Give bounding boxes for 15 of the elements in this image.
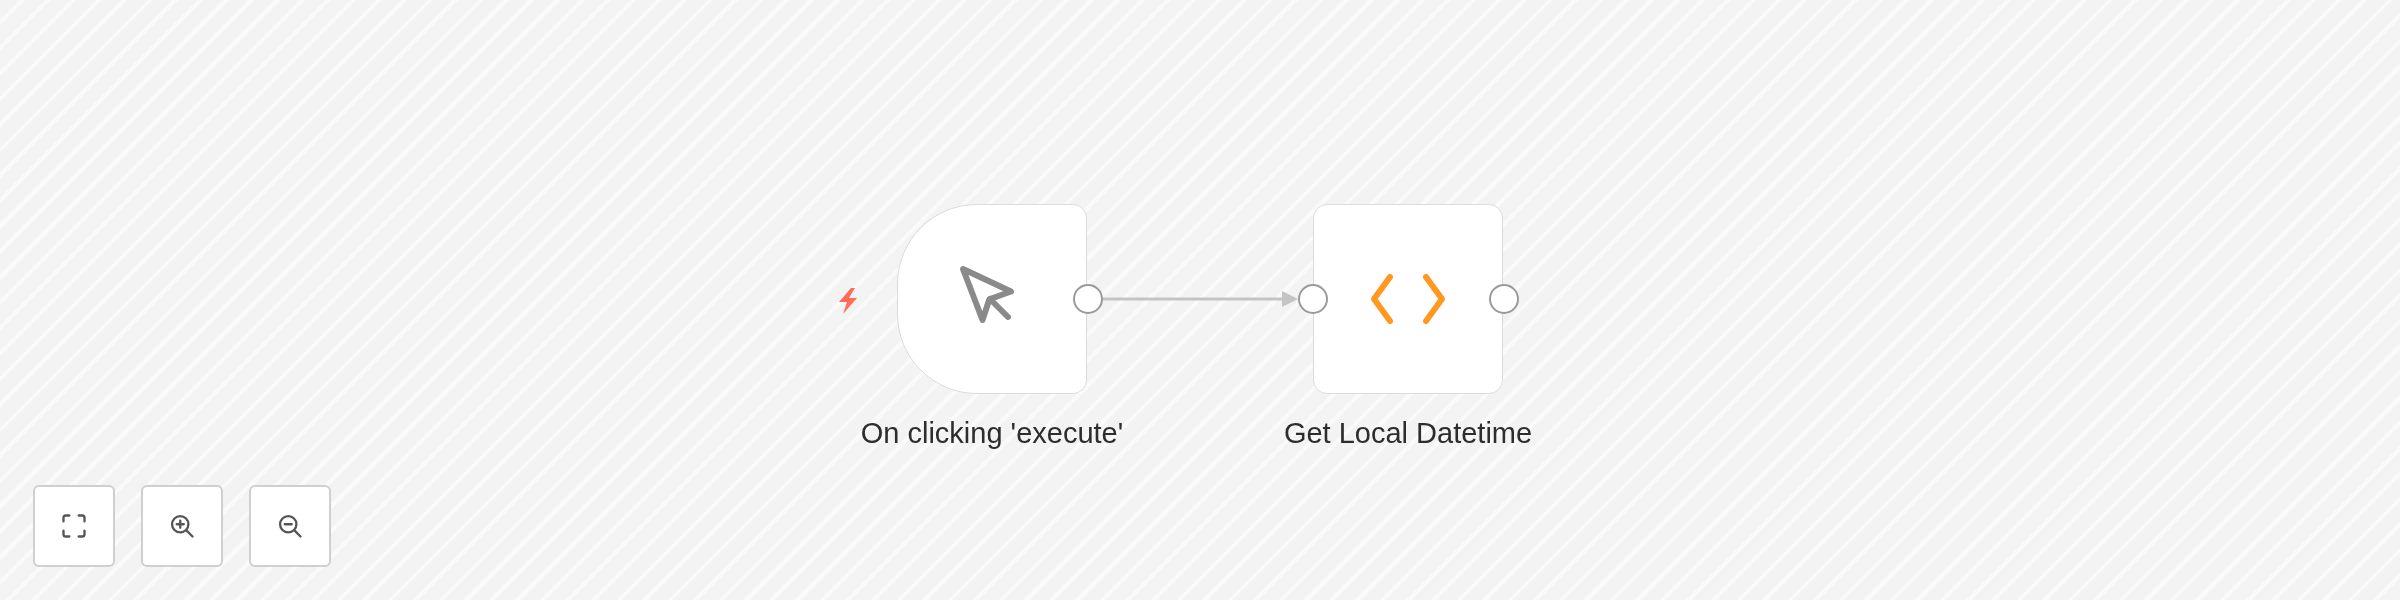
zoom-out-button[interactable] bbox=[249, 485, 331, 567]
code-node[interactable] bbox=[1313, 204, 1503, 394]
fit-view-icon bbox=[60, 512, 88, 540]
code-brackets-icon bbox=[1368, 271, 1448, 327]
zoom-in-button[interactable] bbox=[141, 485, 223, 567]
output-handle[interactable] bbox=[1073, 284, 1103, 314]
node-label: Get Local Datetime bbox=[1283, 416, 1533, 451]
node-label: On clicking 'execute' bbox=[860, 416, 1124, 451]
zoom-out-icon bbox=[276, 512, 304, 540]
fit-view-button[interactable] bbox=[33, 485, 115, 567]
connection-arrow[interactable] bbox=[1103, 291, 1298, 307]
output-handle[interactable] bbox=[1489, 284, 1519, 314]
trigger-node[interactable] bbox=[897, 204, 1087, 394]
input-handle[interactable] bbox=[1298, 284, 1328, 314]
zoom-in-icon bbox=[168, 512, 196, 540]
